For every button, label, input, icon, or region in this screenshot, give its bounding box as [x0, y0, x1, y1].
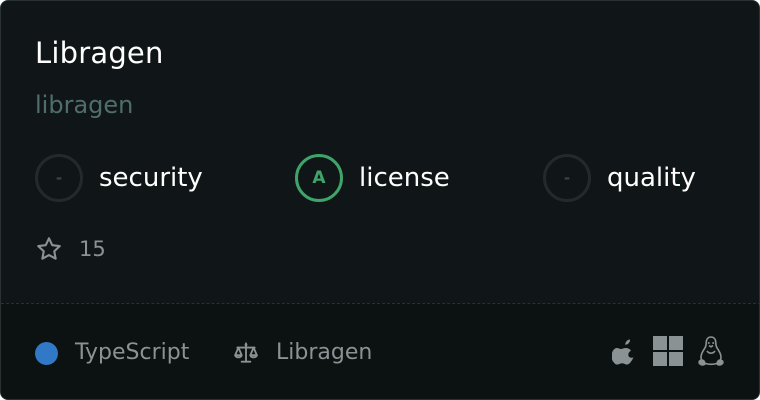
quality-score[interactable]: - quality [543, 154, 696, 202]
star-count: 15 [35, 235, 106, 263]
license-info: Libragen [233, 338, 372, 368]
security-score[interactable]: - security [35, 154, 203, 202]
license-grade-badge: A [295, 154, 343, 202]
star-icon [35, 235, 63, 263]
package-slug: libragen [35, 91, 134, 119]
language-color-dot [35, 341, 58, 365]
stars-count: 15 [79, 237, 106, 261]
security-grade-badge: - [35, 154, 83, 202]
quality-score-label: quality [607, 163, 696, 193]
package-card[interactable]: Libragen libragen - security A license -… [0, 0, 760, 400]
license-score[interactable]: A license [295, 154, 450, 202]
linux-icon [698, 335, 724, 371]
card-footer: TypeScript Libragen [1, 303, 759, 399]
scale-icon [233, 340, 259, 366]
language-label: TypeScript [75, 340, 190, 365]
quality-grade-badge: - [543, 154, 591, 202]
score-list: - security A license - quality [35, 154, 735, 202]
apple-icon [611, 336, 638, 370]
windows-icon [653, 336, 683, 370]
platform-list [611, 335, 724, 371]
license-label: Libragen [276, 340, 373, 365]
package-title[interactable]: Libragen [35, 35, 164, 71]
security-score-label: security [99, 163, 203, 193]
language-info: TypeScript [35, 338, 189, 368]
license-score-label: license [359, 163, 450, 193]
